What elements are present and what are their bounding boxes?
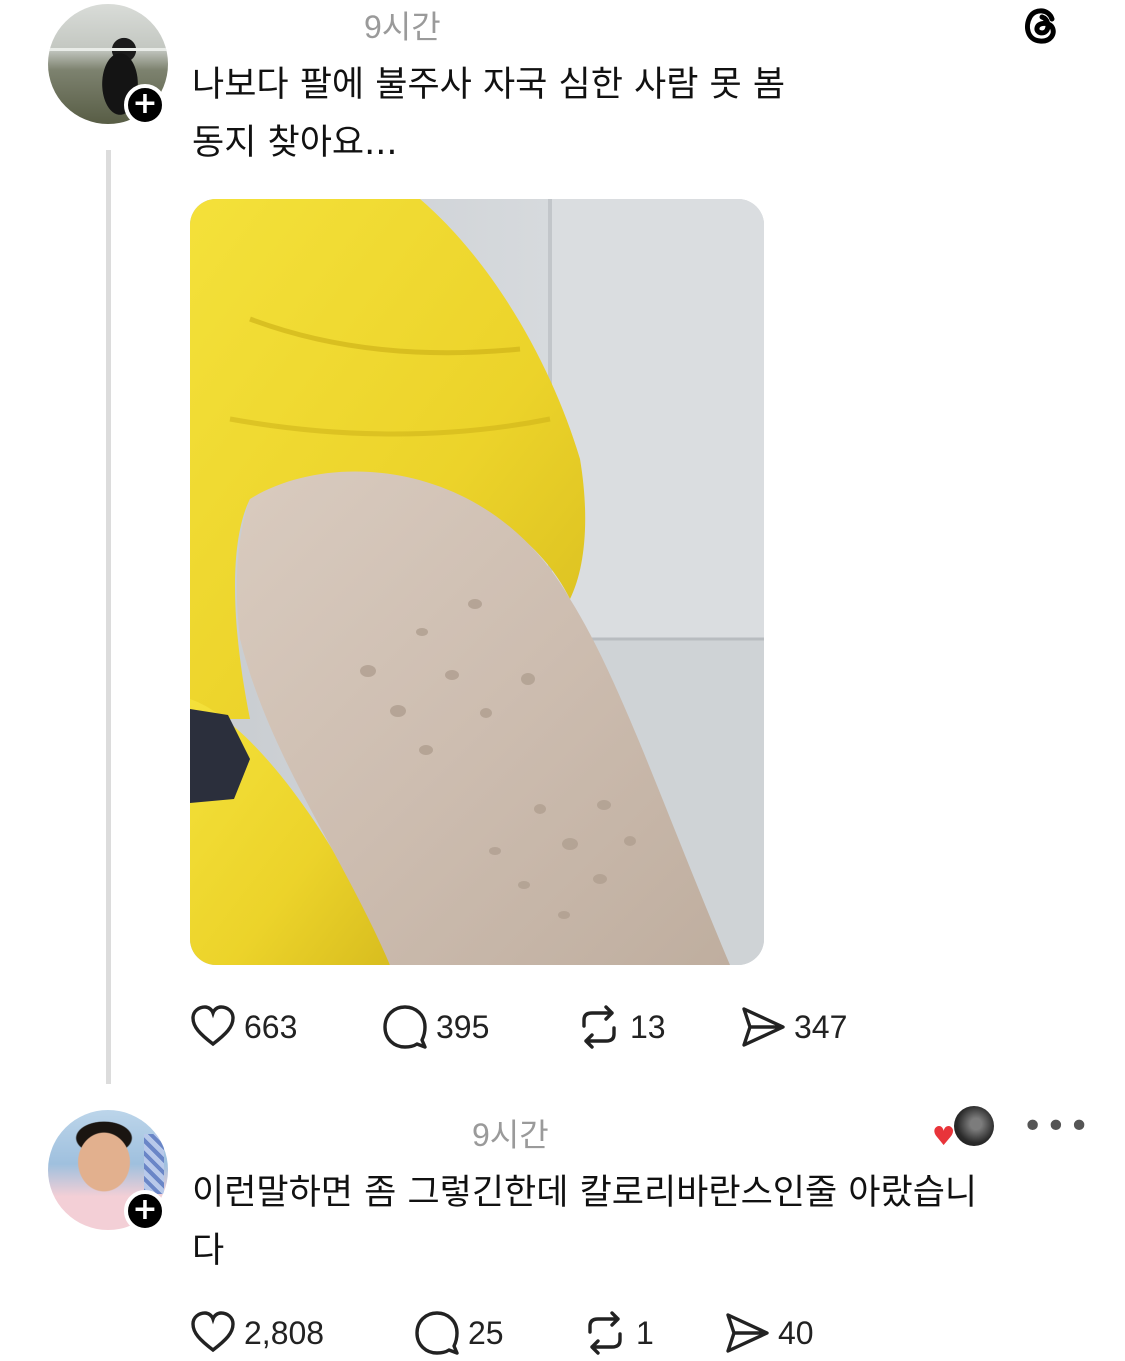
heart-icon <box>191 1005 235 1047</box>
repost-icon <box>588 1311 622 1355</box>
thread-connector-line <box>106 150 111 1084</box>
repost-button[interactable]: 13 <box>576 1004 666 1050</box>
repost-count: 13 <box>630 1008 666 1045</box>
heart-icon <box>191 1311 235 1353</box>
reply-like-count: 2,808 <box>244 1314 325 1351</box>
reply-like-button[interactable]: 2,808 <box>190 1310 324 1356</box>
post-photo[interactable] <box>190 199 764 965</box>
reply-repost-count: 1 <box>636 1314 654 1351</box>
reply-body-text: 이런말하면 좀 그렇긴한데 칼로리바란스인줄 아랐습니 다 <box>192 1173 978 1271</box>
share-button[interactable]: 347 <box>740 1004 847 1050</box>
send-icon <box>742 1007 785 1047</box>
comment-count: 395 <box>436 1008 490 1045</box>
comment-bubble-icon <box>415 1311 459 1355</box>
reply-repost-button[interactable]: 1 <box>582 1310 654 1356</box>
like-button[interactable]: 663 <box>190 1004 297 1050</box>
follow-plus-icon[interactable]: + <box>124 1190 166 1232</box>
liked-heart-icon: ♥ <box>932 1122 956 1152</box>
reply-comment-count: 25 <box>468 1314 504 1351</box>
reply-timestamp: 9시간 <box>472 1117 549 1153</box>
post-timestamp: 9시간 <box>364 9 441 45</box>
repost-icon <box>582 1005 616 1049</box>
send-icon <box>726 1313 769 1353</box>
reply-share-button[interactable]: 40 <box>724 1310 814 1356</box>
comment-bubble-icon <box>383 1005 427 1049</box>
share-count: 347 <box>794 1008 848 1045</box>
more-dots-icon[interactable]: ••• <box>1022 1106 1092 1147</box>
like-count: 663 <box>244 1008 298 1045</box>
reply-comment-button[interactable]: 25 <box>414 1310 504 1356</box>
follow-plus-icon[interactable]: + <box>124 84 166 126</box>
threads-logo-icon[interactable] <box>1016 0 1066 50</box>
comment-button[interactable]: 395 <box>382 1004 489 1050</box>
liker-avatar[interactable] <box>954 1106 994 1146</box>
reply-share-count: 40 <box>778 1314 814 1351</box>
arm-photo-image <box>190 199 764 965</box>
post-body-text: 나보다 팔에 불주사 자국 심한 사람 못 봄 동지 찾아요... <box>192 65 786 163</box>
